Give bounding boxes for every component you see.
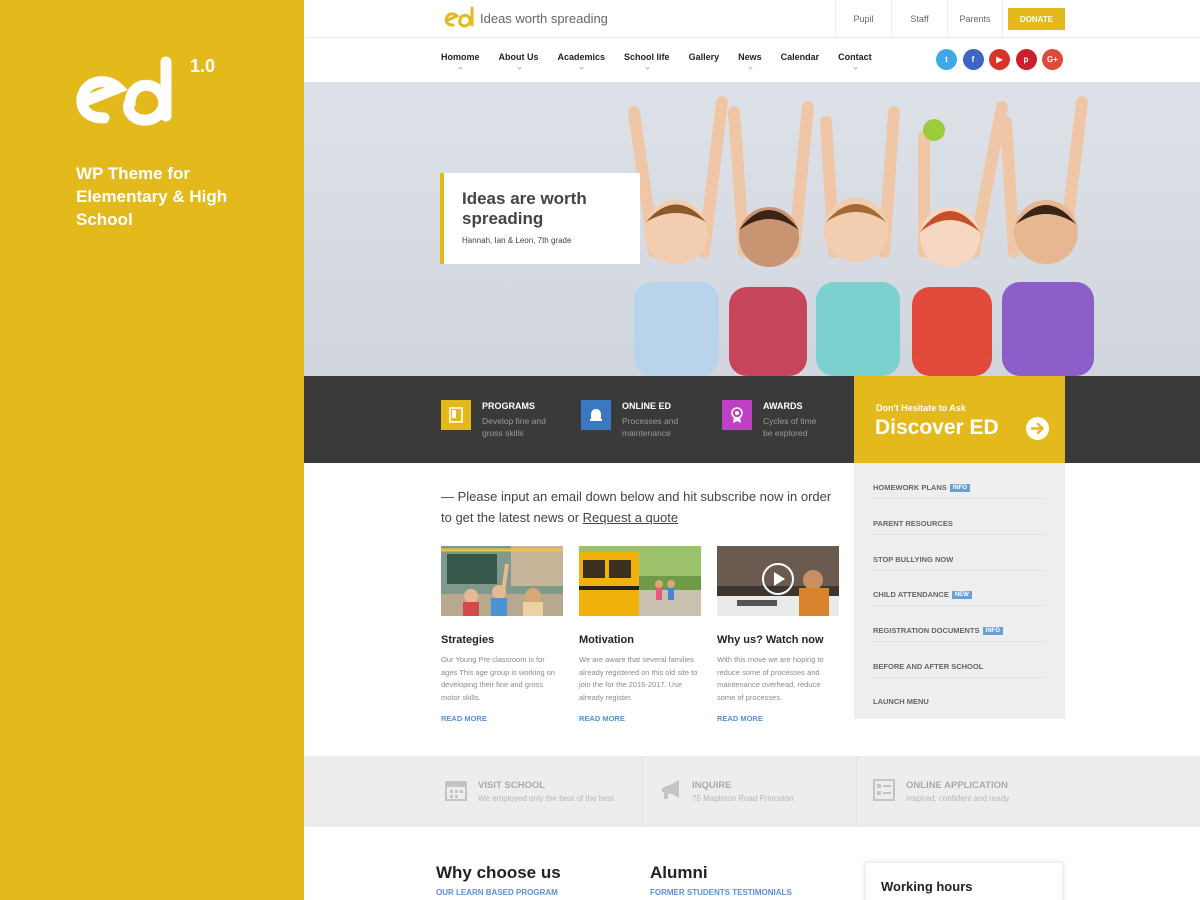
classroom-photo [441, 546, 563, 616]
side-menu-registration-documents[interactable]: REGISTRATION DOCUMENTS INFO [873, 606, 1046, 642]
nav-item-home[interactable]: Homome [441, 38, 480, 82]
feature-programs[interactable]: PROGRAMS Develop fine and gross skills [441, 400, 546, 439]
side-menu-launch-menu[interactable]: LAUNCH MENU [873, 677, 1046, 713]
discover-subtitle: Don't Hesitate to Ask [876, 403, 966, 413]
info-strip: VISIT SCHOOL We employed only the best o… [304, 756, 1200, 827]
card-title: Strategies [441, 634, 495, 646]
discover-title: Discover ED [875, 416, 999, 439]
why-choose-us-subheading: OUR LEARN BASED PROGRAM [436, 888, 558, 897]
read-more-link[interactable]: READ MORE [441, 714, 487, 723]
site-preview: Ideas worth spreading Pupil Staff Parent… [304, 0, 1200, 900]
chevron-down-icon [458, 65, 463, 70]
why-choose-us-heading: Why choose us [436, 863, 561, 882]
nav-item-calendar[interactable]: Calendar [781, 38, 820, 82]
hero-caption: Hannah, Ian & Leon, 7th grade [462, 236, 572, 245]
nav-item-about[interactable]: About Us [499, 38, 539, 82]
promo-panel: 1.0 WP Theme for Elementary & High Schoo… [0, 0, 304, 900]
card-motivation: Motivation We are aware that several fam… [579, 546, 701, 723]
side-menu-child-attendance[interactable]: CHILD ATTENDANCE NEW [873, 570, 1046, 606]
alumni-subheading: FORMER STUDENTS TESTIMONIALS [650, 888, 792, 897]
card-why-us: Why us? Watch now With this move we are … [717, 546, 839, 723]
book-icon [441, 400, 471, 430]
children-photo [628, 96, 1094, 376]
hero-quote-card: Ideas are worth spreading Hannah, Ian & … [440, 173, 640, 264]
pinterest-icon[interactable]: p [1015, 49, 1037, 70]
top-link-staff[interactable]: Staff [891, 0, 947, 38]
top-bar: Ideas worth spreading Pupil Staff Parent… [304, 0, 1200, 38]
nav-item-news[interactable]: News [738, 38, 762, 82]
twitter-icon[interactable]: t [936, 49, 957, 70]
youtube-icon[interactable]: ▶ [989, 49, 1010, 70]
nav-item-school-life[interactable]: School life [624, 38, 670, 82]
read-more-link[interactable]: READ MORE [579, 714, 625, 723]
card-text: With this move we are hoping to reduce s… [717, 655, 824, 703]
side-menu-stop-bullying[interactable]: STOP BULLYING NOW [873, 535, 1046, 571]
working-hours-card: Working hours [865, 862, 1063, 900]
award-icon [722, 400, 752, 430]
brand-tagline: Ideas worth spreading [480, 10, 608, 26]
calendar-icon [445, 781, 467, 801]
facebook-icon[interactable]: f [962, 49, 984, 70]
feature-online-ed[interactable]: ONLINE ED Processes and maintenance [581, 400, 678, 439]
ed-small-logo-icon [444, 6, 474, 28]
promo-tagline: WP Theme for Elementary & High School [76, 164, 228, 229]
read-more-link[interactable]: READ MORE [717, 714, 763, 723]
version-label: 1.0 [190, 56, 216, 76]
card-title: Why us? Watch now [717, 634, 824, 646]
megaphone-icon [662, 780, 679, 799]
subscribe-intro: — Please input an email down below and h… [441, 489, 832, 525]
top-link-parents[interactable]: Parents [947, 0, 1003, 38]
request-quote-link[interactable]: Request a quote [583, 510, 678, 525]
chevron-down-icon [579, 65, 584, 70]
top-link-pupil[interactable]: Pupil [835, 0, 891, 38]
top-links: Pupil Staff Parents [835, 0, 1003, 38]
new-badge: NEW [951, 591, 972, 599]
form-icon [873, 779, 895, 801]
hero-banner: Ideas are worth spreading Hannah, Ian & … [304, 82, 1200, 376]
chevron-down-icon [853, 65, 858, 70]
side-menu: HOMEWORK PLANS INFO PARENT RESOURCES STOP… [854, 463, 1065, 719]
arrow-right-icon[interactable] [1026, 417, 1049, 440]
discover-ed-box[interactable]: Don't Hesitate to Ask Discover ED [854, 376, 1065, 463]
ed-logo-icon [76, 56, 172, 126]
chevron-down-icon [748, 65, 753, 70]
school-bus-photo [579, 546, 701, 616]
nav-item-contact[interactable]: Contact [838, 38, 872, 82]
card-text: We are aware that several families alrea… [579, 655, 698, 703]
side-menu-before-after-school[interactable]: BEFORE AND AFTER SCHOOL [873, 642, 1046, 678]
side-menu-homework-plans[interactable]: HOMEWORK PLANS INFO [873, 463, 1046, 499]
card-title: Motivation [579, 634, 634, 646]
bell-icon [581, 400, 611, 430]
donate-button[interactable]: DONATE [1008, 8, 1065, 30]
side-menu-parent-resources[interactable]: PARENT RESOURCES [873, 499, 1046, 535]
social-links: t f ▶ p G+ [936, 49, 1069, 70]
feature-awards[interactable]: AWARDS Cycles of time be explored [722, 400, 816, 439]
hero-title: Ideas are worth spreading [462, 189, 587, 228]
chevron-down-icon [645, 65, 650, 70]
main-nav: Homome About Us Academics School life Ga… [441, 38, 891, 82]
video-thumbnail [717, 546, 839, 616]
feature-band: PROGRAMS Develop fine and gross skills ON… [304, 376, 1200, 463]
google-plus-icon[interactable]: G+ [1042, 49, 1063, 70]
brand-logo[interactable]: Ideas worth spreading [444, 6, 608, 30]
working-hours-title: Working hours [881, 879, 973, 894]
alumni-heading: Alumni [650, 863, 708, 882]
apple-icon [923, 119, 945, 141]
card-strategies: Strategies Our Young Pre classroom is fo… [441, 546, 563, 723]
chevron-down-icon [516, 65, 522, 70]
card-text: Our Young Pre classroom is for ages This… [441, 655, 556, 703]
nav-item-gallery[interactable]: Gallery [689, 38, 720, 82]
info-badge: INFO [949, 484, 971, 492]
nav-item-academics[interactable]: Academics [558, 38, 605, 82]
info-badge: INFO [982, 627, 1003, 635]
